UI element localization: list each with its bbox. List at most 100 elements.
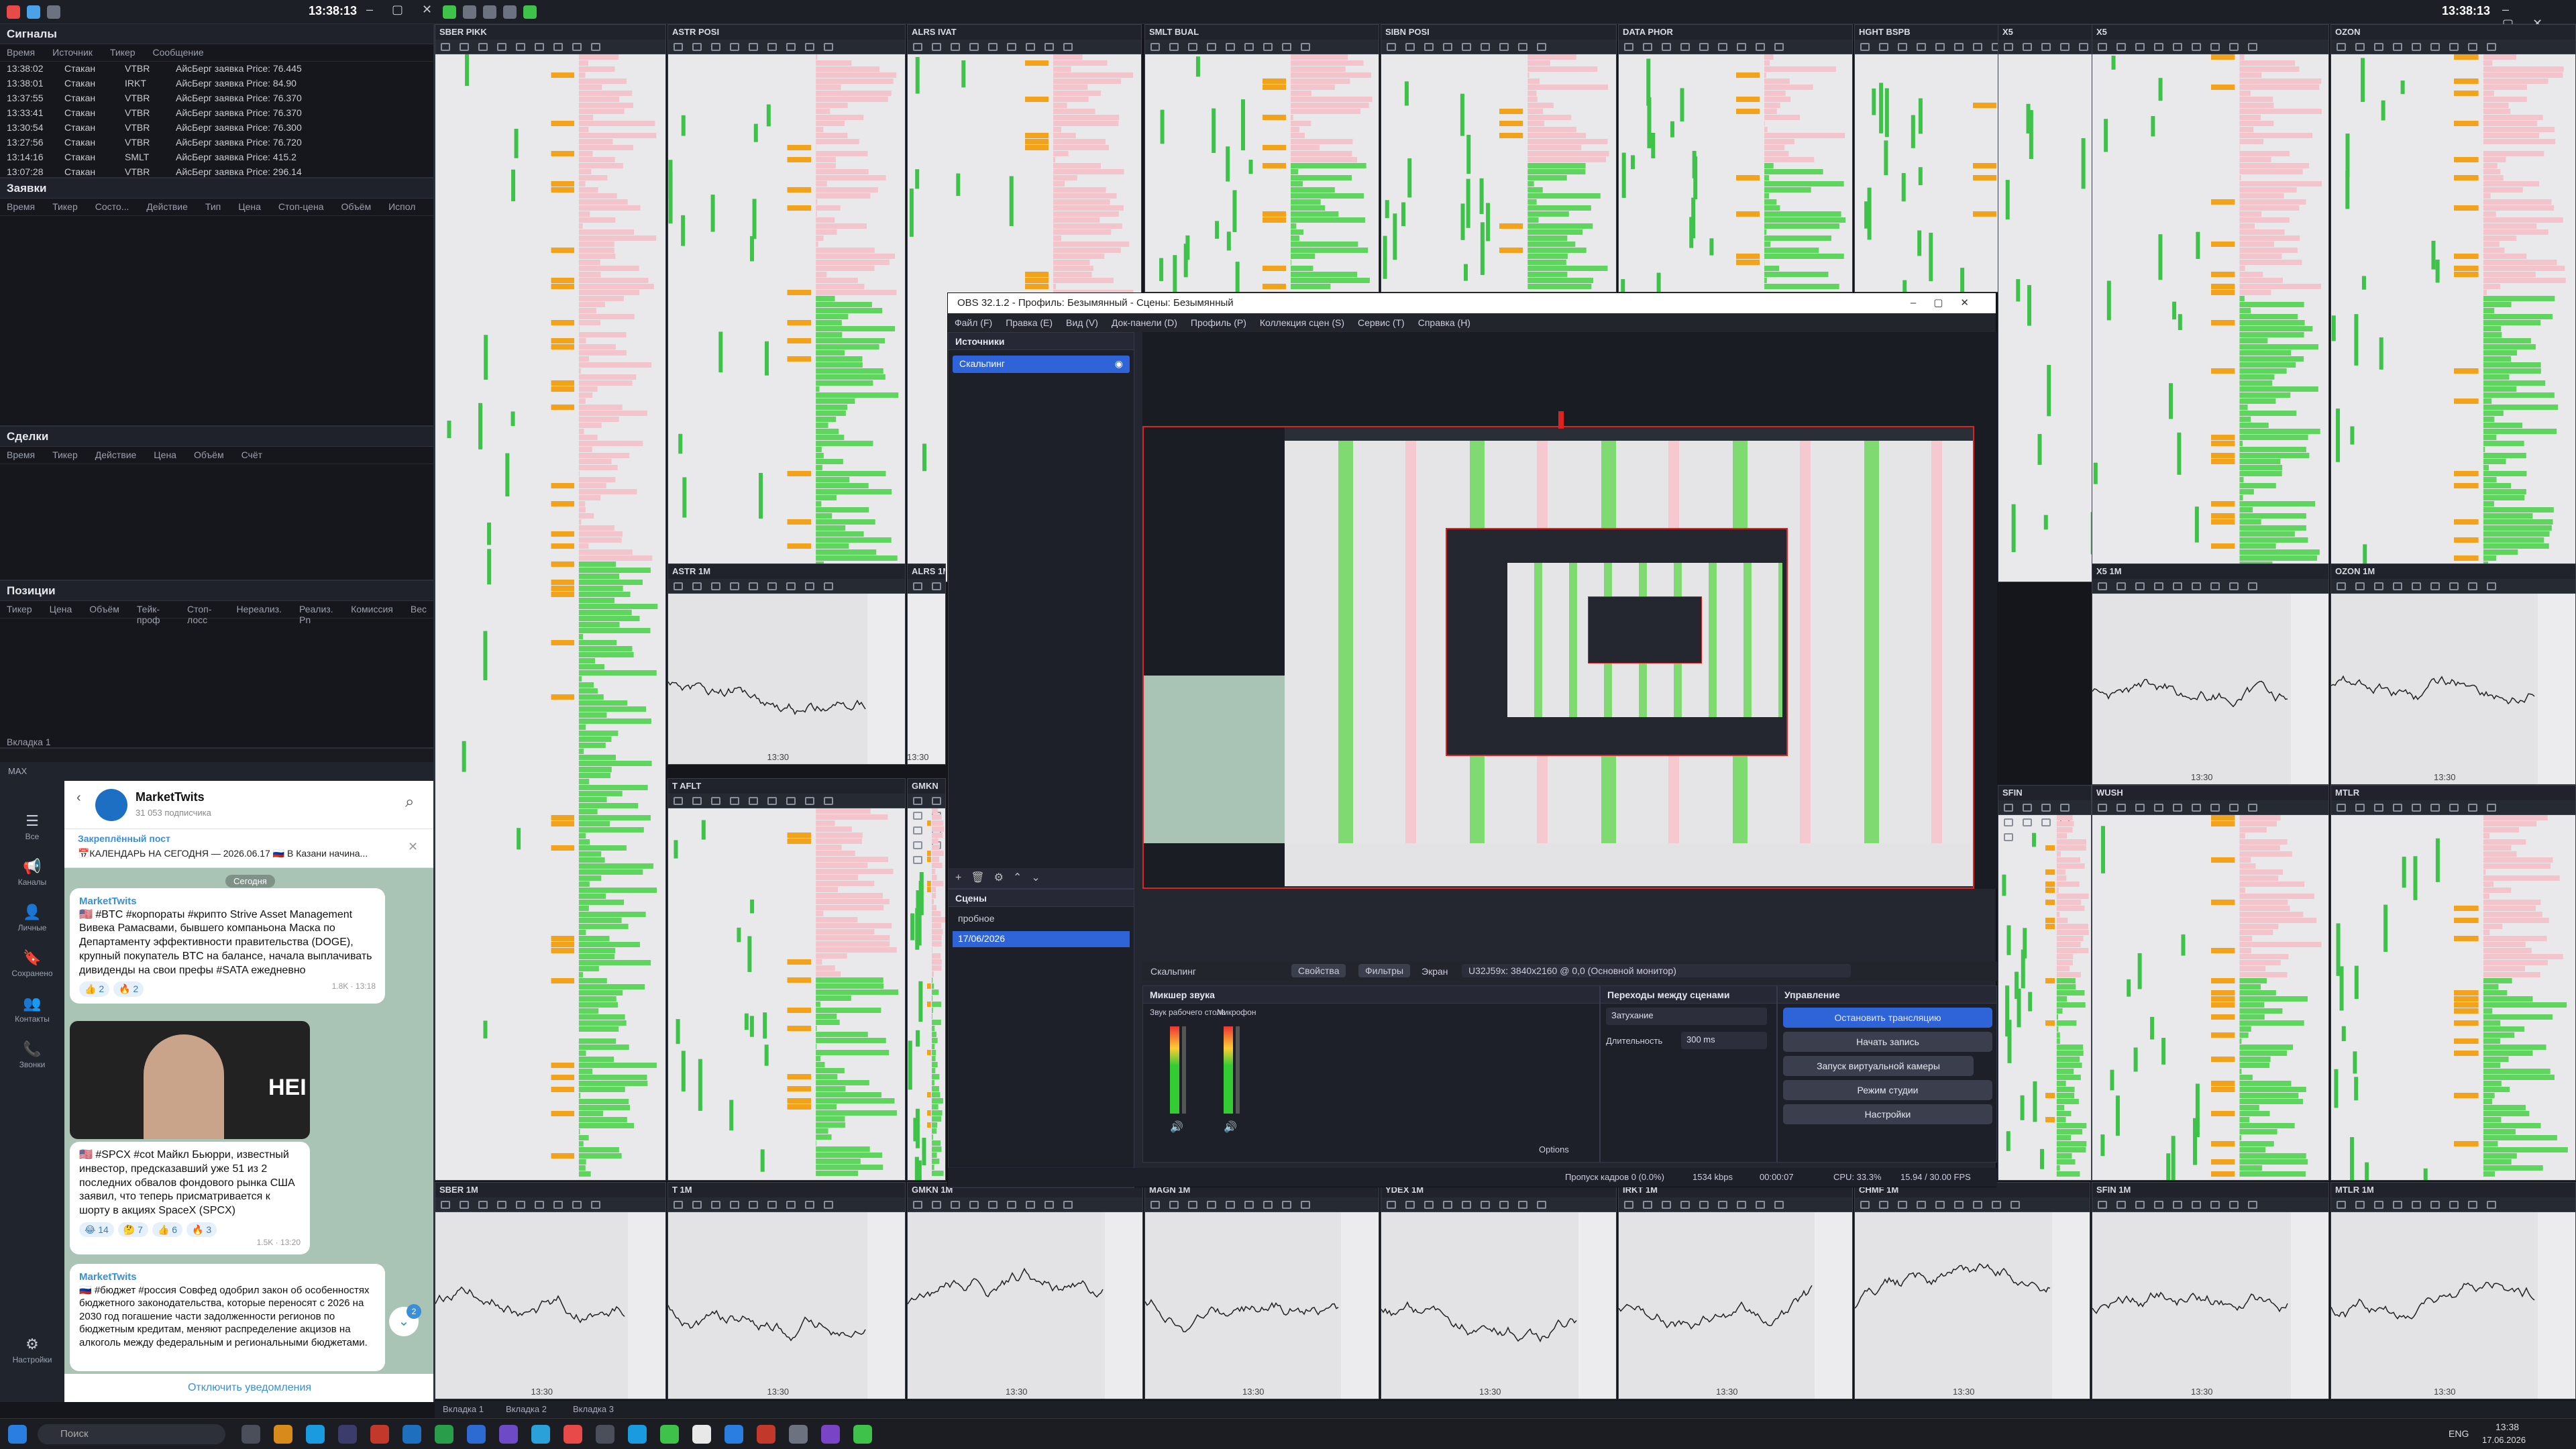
toolbar-icon[interactable] [478, 1201, 488, 1209]
app2-icon[interactable] [499, 1425, 518, 1444]
toolbar-icon[interactable] [2010, 1201, 2020, 1209]
lock-icon[interactable] [503, 5, 517, 19]
toolbar-icon[interactable] [1973, 1201, 1982, 1209]
toolbar-icon[interactable] [1405, 1201, 1415, 1209]
toolbar-icon[interactable] [2023, 43, 2032, 51]
workspace-tab-3[interactable]: Вкладка 3 [573, 1404, 614, 1414]
toolbar-icon[interactable] [1718, 43, 1727, 51]
toolbar-icon[interactable] [2173, 804, 2182, 812]
toolbar-icon[interactable] [1774, 1201, 1784, 1209]
toolbar-icon[interactable] [1424, 43, 1434, 51]
virtual-camera-button[interactable]: Запуск виртуальной камеры [1783, 1056, 1974, 1076]
toolbar-icon[interactable] [2135, 1201, 2145, 1209]
toolbar-icon[interactable] [1044, 1201, 1054, 1209]
toolbar-icon[interactable] [1662, 43, 1671, 51]
toolbar-icon[interactable] [1424, 1201, 1434, 1209]
app8-icon[interactable] [853, 1425, 872, 1444]
toolbar-icon[interactable] [1624, 43, 1633, 51]
screen-select[interactable]: U32J59x: 3840x2160 @ 0,0 (Основной монит… [1462, 964, 1851, 977]
toolbar-icon[interactable] [2229, 582, 2239, 590]
store-icon[interactable] [338, 1425, 357, 1444]
explorer-icon[interactable] [274, 1425, 292, 1444]
toolbar-icon[interactable] [591, 1201, 600, 1209]
toolbar-icon[interactable] [824, 43, 833, 51]
toolbar-icon[interactable] [2229, 1201, 2239, 1209]
workspace-tab[interactable]: Вкладка 1 [7, 737, 51, 747]
toolbar-icon[interactable] [572, 1201, 582, 1209]
minute-chart[interactable]: ALRS 1M13:30 [907, 564, 946, 765]
toolbar-icon[interactable] [2412, 43, 2421, 51]
order-book-pane[interactable]: SBER PIKK [435, 24, 666, 1181]
toolbar-icon[interactable] [591, 43, 600, 51]
toolbar-icon[interactable] [535, 1201, 544, 1209]
toolbar-icon[interactable] [805, 43, 814, 51]
toolbar-icon[interactable] [2468, 582, 2477, 590]
toolbar-icon[interactable] [1756, 43, 1765, 51]
toolbar-icon[interactable] [674, 1201, 683, 1209]
toolbar-icon[interactable] [2449, 582, 2459, 590]
toolbar-icon[interactable] [2060, 43, 2070, 51]
toolbar-icon[interactable] [2210, 804, 2220, 812]
excel-icon[interactable] [435, 1425, 453, 1444]
filters-button[interactable]: Фильтры [1358, 964, 1411, 977]
toolbar-icon[interactable] [1992, 1201, 2001, 1209]
minute-chart[interactable]: ASTR 1M 13:30 [667, 564, 906, 765]
toolbar-icon[interactable] [2337, 43, 2346, 51]
nav-item[interactable]: 📞 Звонки [0, 1036, 64, 1079]
toolbar-icon[interactable] [1169, 43, 1179, 51]
toolbar-icon[interactable] [824, 582, 833, 590]
window-controls-left[interactable]: –▢✕ [366, 3, 451, 17]
transition-select[interactable]: Затухание [1606, 1008, 1767, 1025]
signal-row[interactable]: 13:30:54 Стакан VTBR АйсБерг заявка Price: … [0, 121, 433, 136]
toolbar-icon[interactable] [1737, 1201, 1746, 1209]
close-pin-icon[interactable]: ✕ [408, 840, 418, 854]
toolbar-icon[interactable] [711, 582, 720, 590]
toolbar-icon[interactable] [674, 43, 683, 51]
toolbar-icon[interactable] [969, 43, 979, 51]
app7-icon[interactable] [821, 1425, 840, 1444]
toolbar-icon[interactable] [2374, 43, 2383, 51]
toolbar-icon[interactable] [2374, 582, 2383, 590]
telegram-icon[interactable] [531, 1425, 550, 1444]
reaction[interactable]: 👍 2 [79, 981, 110, 997]
toolbar-icon[interactable] [2154, 804, 2163, 812]
nav-item[interactable]: 📢 Каналы [0, 853, 64, 896]
toolbar-icon[interactable] [1973, 43, 1982, 51]
studio-mode-button[interactable]: Режим студии [1783, 1080, 1992, 1100]
refresh-icon[interactable] [27, 5, 40, 19]
toolbar-icon[interactable] [786, 797, 796, 805]
toolbar-icon[interactable] [1226, 43, 1235, 51]
toolbar-icon[interactable] [1879, 43, 1888, 51]
toolbar-icon[interactable] [2173, 582, 2182, 590]
toolbar-icon[interactable] [1643, 43, 1652, 51]
menu-icon[interactable] [47, 5, 60, 19]
toolbar-icon[interactable] [1917, 43, 1926, 51]
reaction[interactable]: 😂 14 [79, 1222, 114, 1238]
toolbar-icon[interactable] [1282, 1201, 1291, 1209]
chrome-icon[interactable] [628, 1425, 647, 1444]
toolbar-icon[interactable] [2430, 804, 2440, 812]
toolbar-icon[interactable] [1699, 43, 1709, 51]
toolbar-icon[interactable] [969, 1201, 979, 1209]
toolbar-icon[interactable] [2248, 1201, 2257, 1209]
toolbar-icon[interactable] [2041, 43, 2051, 51]
toolbar-icon[interactable] [1244, 1201, 1254, 1209]
scene-item[interactable]: пробное [953, 911, 1130, 927]
tray-date[interactable]: 17.06.2026 [2482, 1435, 2526, 1445]
toolbar-icon[interactable] [1898, 43, 1907, 51]
nav-item[interactable]: 🔖 Сохранено [0, 945, 64, 987]
start-icon[interactable] [8, 1425, 27, 1444]
toolbar-icon[interactable] [1169, 1201, 1179, 1209]
toolbar-icon[interactable] [1737, 43, 1746, 51]
toolbar-icon[interactable] [692, 797, 702, 805]
settings-button[interactable]: Настройки [1783, 1104, 1992, 1124]
toolbar-icon[interactable] [1935, 43, 1945, 51]
toolbar-icon[interactable] [2393, 582, 2402, 590]
toolbar-icon[interactable] [824, 1201, 833, 1209]
layout-icon[interactable] [463, 5, 476, 19]
reaction[interactable]: 🤔 7 [117, 1222, 148, 1238]
toolbar-icon[interactable] [932, 797, 941, 805]
toolbar-icon[interactable] [553, 43, 563, 51]
toolbar-icon[interactable] [1282, 43, 1291, 51]
toolbar-icon[interactable] [2248, 582, 2257, 590]
